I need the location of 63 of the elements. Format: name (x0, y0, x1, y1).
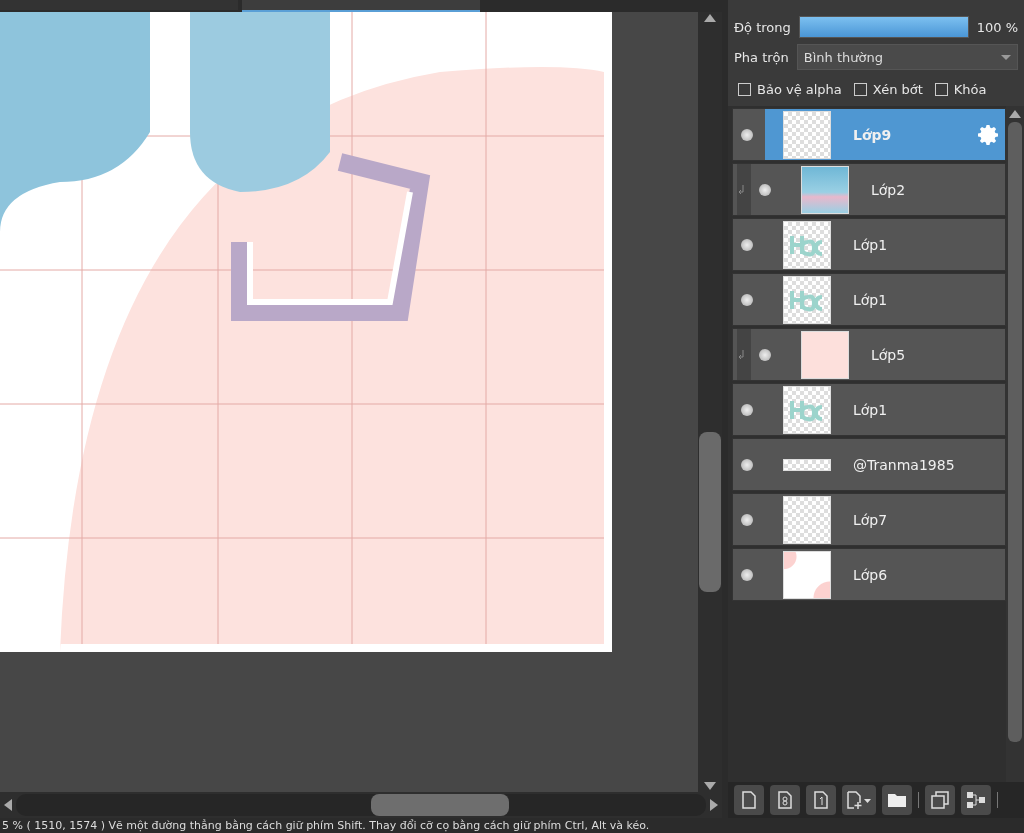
layer-thumbnail (783, 495, 831, 544)
visibility-toggle[interactable] (741, 238, 753, 251)
layer-name: Lớp7 (853, 511, 889, 528)
visibility-toggle[interactable] (759, 183, 771, 196)
layer-row[interactable]: Lớp7 (732, 493, 1006, 546)
layer-thumbnail (801, 165, 849, 214)
layer-thumbnail (783, 220, 831, 269)
page-1-icon (813, 791, 829, 809)
visibility-toggle[interactable] (741, 458, 753, 471)
option-checkbox[interactable]: Xén bớt (853, 81, 923, 97)
option-checkbox[interactable]: Khóa (934, 81, 987, 97)
opacity-slider[interactable] (799, 17, 968, 37)
layer-thumbnail (783, 550, 831, 599)
page-icon (741, 791, 757, 809)
blend-dropdown[interactable]: Bình thường (796, 44, 1018, 70)
folder-button[interactable] (882, 785, 912, 815)
layer-name: Lớp1 (853, 236, 889, 253)
page-plus-icon (846, 791, 872, 809)
visibility-toggle[interactable] (741, 293, 753, 306)
merge-layer-button[interactable] (961, 785, 991, 815)
layer-row[interactable]: Lớp1 (732, 383, 1006, 436)
blend-label: Pha trộn (734, 49, 789, 65)
settings-icon[interactable] (977, 122, 1001, 147)
layer-thumbnail (783, 385, 831, 434)
layer-row[interactable]: @Tranma1985 (732, 438, 1006, 491)
layer-name: @Tranma1985 (853, 456, 956, 473)
new-layer-button[interactable] (734, 785, 764, 815)
merge-icon (966, 791, 986, 809)
visibility-toggle[interactable] (741, 568, 753, 581)
layer-name: Lớp2 (871, 181, 907, 198)
layer-thumbnail (783, 458, 831, 471)
layer-name: Lớp5 (871, 346, 907, 363)
layer-name: Lớp1 (853, 401, 889, 418)
copy-icon (931, 791, 949, 809)
layer-name: Lớp9 (853, 126, 893, 143)
layer-thumbnail (801, 330, 849, 379)
option-checkbox[interactable]: Bảo vệ alpha (738, 81, 842, 97)
layer-name: Lớp6 (853, 566, 889, 583)
status-bar-text: 5 % ( 1510, 1574 ) Vẽ một đường thẳng bằng cách giữ phím Shift. Thay đổi cỡ cọ bằng cách giữ phím Ctrl, Alt và kéo. (1, 818, 651, 833)
visibility-toggle[interactable] (741, 403, 753, 416)
folder-icon (887, 792, 907, 808)
visibility-toggle[interactable] (741, 128, 753, 141)
visibility-toggle[interactable] (759, 348, 771, 361)
layer-row[interactable]: Lớp1 (732, 218, 1006, 271)
new-8bit-layer-button[interactable] (770, 785, 800, 815)
layer-row[interactable]: Lớp2 (732, 163, 1006, 216)
layer-row[interactable]: Lớp5 (732, 328, 1006, 381)
new-1bit-layer-button[interactable] (806, 785, 836, 815)
clip-arrow-icon (737, 349, 745, 360)
layer-name: Lớp1 (853, 291, 889, 308)
opacity-label: Độ trong (734, 19, 791, 35)
add-layer-menu-button[interactable] (842, 785, 876, 815)
clip-arrow-icon (737, 184, 745, 195)
layer-row[interactable]: Lớp6 (732, 548, 1006, 601)
duplicate-layer-button[interactable] (925, 785, 955, 815)
opacity-value: 100 % (976, 19, 1018, 35)
page-8-icon (777, 791, 793, 809)
visibility-toggle[interactable] (741, 513, 753, 526)
layer-row[interactable]: Lớp1 (732, 273, 1006, 326)
layer-scrollbar[interactable] (1006, 106, 1024, 782)
document-tab[interactable] (242, 0, 480, 12)
layer-thumbnail (783, 110, 831, 159)
layer-thumbnail (783, 275, 831, 324)
